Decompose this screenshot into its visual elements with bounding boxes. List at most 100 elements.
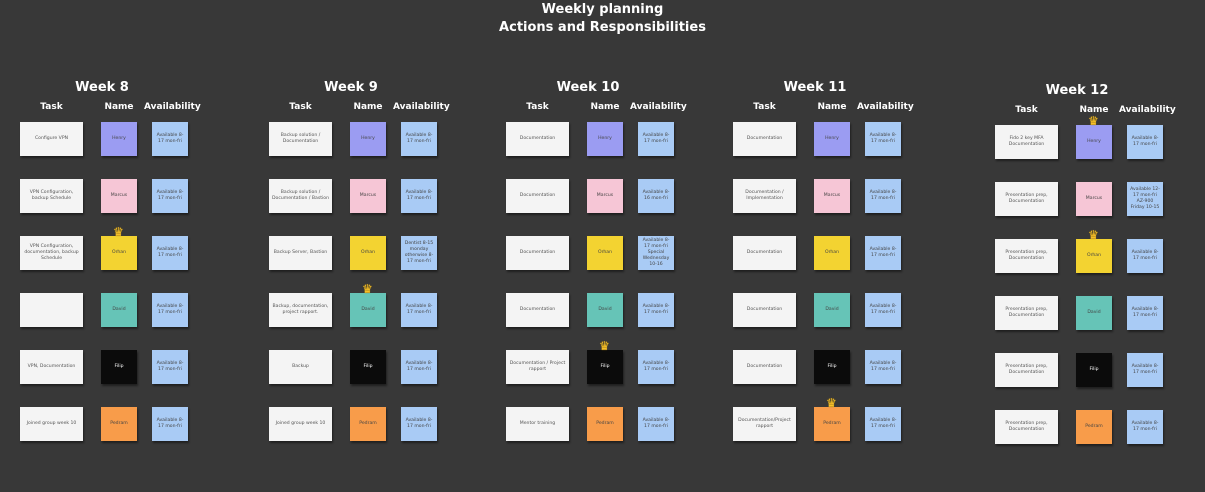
- availability-note[interactable]: Available 8-17 mon-fri: [865, 179, 901, 213]
- task-note[interactable]: Fido 2 key MFA Documentation: [995, 125, 1058, 159]
- name-note[interactable]: Marcus: [350, 179, 386, 213]
- name-note[interactable]: David: [814, 293, 850, 327]
- name-note[interactable]: Pedram: [1076, 410, 1112, 444]
- task-note[interactable]: Documentation: [733, 236, 796, 270]
- name-note[interactable]: Henry: [587, 122, 623, 156]
- name-note[interactable]: David: [350, 293, 386, 327]
- task-note[interactable]: Documentation: [733, 122, 796, 156]
- availability-note[interactable]: Available 8-17 mon-fri: [401, 122, 437, 156]
- name-note[interactable]: Henry: [814, 122, 850, 156]
- availability-note[interactable]: Available 8-17 mon-fri: [638, 122, 674, 156]
- week-column: Week 11 Task Name Availability Documentation…: [733, 0, 914, 492]
- task-note[interactable]: Backup: [269, 350, 332, 384]
- availability-note[interactable]: Dentist 8-15 monday otherwise 8-17 mon-f…: [401, 236, 437, 270]
- availability-note[interactable]: Available 8-17 mon-fri: [1127, 296, 1163, 330]
- name-note[interactable]: Pedram: [101, 407, 137, 441]
- availability-note[interactable]: Available 8-17 mon-fri: [1127, 410, 1163, 444]
- name-note[interactable]: David: [587, 293, 623, 327]
- name-note[interactable]: Filip: [350, 350, 386, 384]
- task-note[interactable]: Presentation prep, Documentation: [995, 353, 1058, 387]
- availability-note[interactable]: Available 8-17 mon-fri: [865, 350, 901, 384]
- task-note[interactable]: Documentation/Project rapport: [733, 407, 796, 441]
- name-note[interactable]: Marcus: [101, 179, 137, 213]
- name-note[interactable]: Orhan: [814, 236, 850, 270]
- availability-note[interactable]: Available 8-17 mon-fri: [401, 407, 437, 441]
- crown-icon: ♛: [599, 339, 610, 353]
- name-note[interactable]: Pedram: [814, 407, 850, 441]
- availability-note[interactable]: Available 8-17 mon-fri: [865, 236, 901, 270]
- name-header: Name: [353, 102, 383, 112]
- availability-note[interactable]: Available 8-17 mon-fri: [152, 350, 188, 384]
- availability-note[interactable]: Available 8-17 mon-fri: [638, 293, 674, 327]
- availability-note[interactable]: Available 8-17 mon-fri: [152, 179, 188, 213]
- task-note[interactable]: Documentation / Implementation: [733, 179, 796, 213]
- name-header: Name: [104, 102, 134, 112]
- task-note[interactable]: VPN, Documentation: [20, 350, 83, 384]
- name-note[interactable]: Henry: [101, 122, 137, 156]
- task-note[interactable]: Presentation prep, Documentation: [995, 239, 1058, 273]
- task-note[interactable]: Joined group week 10: [269, 407, 332, 441]
- name-note[interactable]: Pedram: [350, 407, 386, 441]
- task-note[interactable]: Backup solution / Documentation / Bastio…: [269, 179, 332, 213]
- availability-note[interactable]: Available 8-17 mon-fri Special Wednesday…: [638, 236, 674, 270]
- week-column: Week 12 Task Name Availability Fido 2 key MF…: [995, 0, 1176, 492]
- task-note[interactable]: VPN Configuration, backup Schedule: [20, 179, 83, 213]
- task-note[interactable]: Documentation: [733, 350, 796, 384]
- availability-note[interactable]: Available 12-17 mon-fri AZ-900 Friday 10…: [1127, 182, 1163, 216]
- availability-note[interactable]: Available 8-17 mon-fri: [1127, 353, 1163, 387]
- task-note[interactable]: Documentation: [733, 293, 796, 327]
- task-note[interactable]: Documentation: [506, 236, 569, 270]
- availability-note[interactable]: Available 8-17 mon-fri: [1127, 239, 1163, 273]
- task-note[interactable]: Documentation: [506, 122, 569, 156]
- task-note[interactable]: Backup solution / Documentation: [269, 122, 332, 156]
- name-note[interactable]: Marcus: [587, 179, 623, 213]
- name-note[interactable]: Orhan: [1076, 239, 1112, 273]
- availability-note[interactable]: Available 8-17 mon-fri: [401, 179, 437, 213]
- name-note[interactable]: Marcus: [1076, 182, 1112, 216]
- task-note[interactable]: Presentation prep, Documentation: [995, 296, 1058, 330]
- task-note[interactable]: Documentation: [506, 293, 569, 327]
- name-note[interactable]: Filip: [587, 350, 623, 384]
- task-note[interactable]: Documentation / Project rapport: [506, 350, 569, 384]
- availability-note[interactable]: Available 8-17 mon-fri: [401, 293, 437, 327]
- availability-note[interactable]: Available 8-17 mon-fri: [152, 122, 188, 156]
- availability-note[interactable]: Available 8-17 mon-fri: [865, 293, 901, 327]
- availability-note[interactable]: Available 8-17 mon-fri: [865, 122, 901, 156]
- availability-note[interactable]: Available 8-17 mon-fri: [1127, 125, 1163, 159]
- task-note[interactable]: Documentation: [506, 179, 569, 213]
- task-note[interactable]: Presentation prep, Documentation: [995, 410, 1058, 444]
- name-note[interactable]: David: [101, 293, 137, 327]
- task-note[interactable]: Mentor training: [506, 407, 569, 441]
- task-note[interactable]: VPN Configuration, documentation, backup…: [20, 236, 83, 270]
- availability-note[interactable]: Available 8-17 mon-fri: [401, 350, 437, 384]
- task-note[interactable]: Backup, documentation, project rapport.: [269, 293, 332, 327]
- name-note[interactable]: Marcus: [814, 179, 850, 213]
- availability-note[interactable]: Available 8-17 mon-fri: [865, 407, 901, 441]
- crown-icon: ♛: [1088, 114, 1099, 128]
- availability-note[interactable]: Available 8-17 mon-fri: [152, 293, 188, 327]
- name-note[interactable]: Henry: [1076, 125, 1112, 159]
- name-note[interactable]: Orhan: [350, 236, 386, 270]
- name-note[interactable]: Filip: [1076, 353, 1112, 387]
- task-note[interactable]: [20, 293, 83, 327]
- name-note[interactable]: Orhan: [101, 236, 137, 270]
- name-note[interactable]: Filip: [101, 350, 137, 384]
- name-note[interactable]: Filip: [814, 350, 850, 384]
- name-note[interactable]: Henry: [350, 122, 386, 156]
- availability-note[interactable]: Available 8-17 mon-fri: [152, 236, 188, 270]
- availability-note[interactable]: Available 8-17 mon-fri: [638, 407, 674, 441]
- availability-note[interactable]: Available 8-17 mon-fri: [152, 407, 188, 441]
- availability-note[interactable]: Available 8-16 mon-fri: [638, 179, 674, 213]
- task-note[interactable]: Presentation prep, Documentation: [995, 182, 1058, 216]
- name-note[interactable]: Pedram: [587, 407, 623, 441]
- crown-icon: ♛: [826, 396, 837, 410]
- availability-note[interactable]: Available 8-17 mon-fri: [638, 350, 674, 384]
- task-note[interactable]: Joined group week 10: [20, 407, 83, 441]
- week-column: Week 10 Task Name Availability Documentation…: [506, 0, 687, 492]
- name-note[interactable]: David: [1076, 296, 1112, 330]
- name-note[interactable]: Orhan: [587, 236, 623, 270]
- task-note[interactable]: Configure VPN: [20, 122, 83, 156]
- week-title: Week 10: [556, 80, 620, 95]
- crown-icon: ♛: [113, 225, 124, 239]
- task-note[interactable]: Backup Server, Bastion: [269, 236, 332, 270]
